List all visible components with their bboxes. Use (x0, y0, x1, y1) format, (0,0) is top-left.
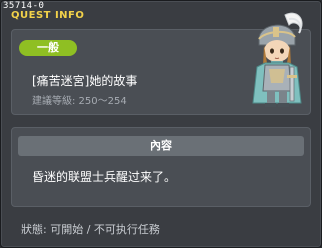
quest-content-text: 昏迷的联盟士兵醒过来了。 (32, 170, 177, 184)
quest-category-badge: 一般 (19, 40, 77, 56)
quest-info-window: 35714-0 QUEST INFO 一般 [痛苦迷宮]她的故事 建議等級: 2… (0, 0, 322, 248)
quest-level-requirement: 建議等級: 250～254 (32, 96, 127, 107)
quest-title: [痛苦迷宮]她的故事 (32, 74, 138, 88)
quest-content-panel: 內容 昏迷的联盟士兵醒过来了。 (11, 127, 311, 207)
quest-status: 狀態: 可開始 / 不可执行任務 (21, 223, 160, 236)
content-section-header: 內容 (18, 136, 304, 156)
npc-sprite-icon (252, 12, 303, 107)
window-title: QUEST INFO (11, 10, 85, 21)
